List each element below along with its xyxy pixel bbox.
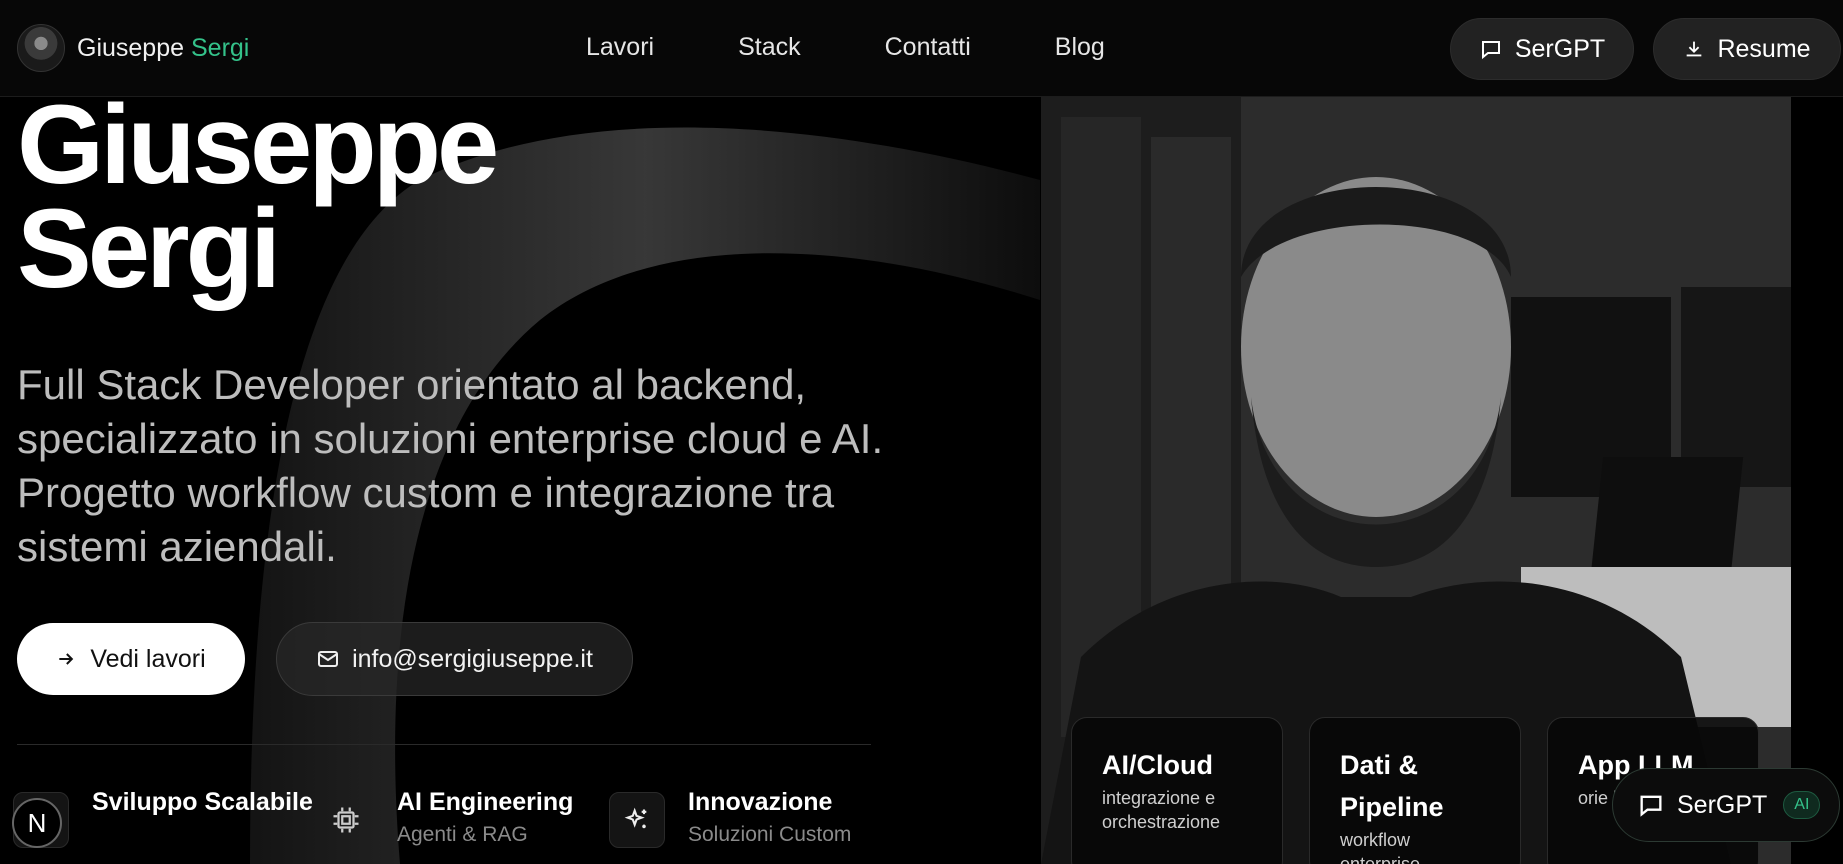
chat-icon bbox=[1640, 795, 1662, 817]
download-icon bbox=[1687, 41, 1702, 57]
feature-title: AI Engineering bbox=[397, 788, 574, 816]
email-label: info@sergigiuseppe.it bbox=[352, 644, 593, 673]
brand-avatar bbox=[17, 24, 65, 72]
top-navbar: Giuseppe Sergi Lavori Stack Contatti Blo… bbox=[0, 0, 1843, 97]
skill-card: Dati & Pipeline workflow enterprise bbox=[1309, 717, 1521, 864]
brand-first-name: Giuseppe bbox=[77, 33, 185, 62]
feature-subtitle: Agenti & RAG bbox=[397, 823, 528, 846]
divider bbox=[17, 744, 871, 745]
card-title: Dati & Pipeline bbox=[1340, 750, 1444, 822]
ai-badge: AI bbox=[1783, 791, 1821, 819]
feature-title: Sviluppo Scalabile bbox=[92, 788, 313, 816]
nav-stack[interactable]: Stack bbox=[738, 33, 801, 62]
n-badge[interactable]: N bbox=[12, 798, 62, 848]
feature-item: Innovazione Soluzioni Custom bbox=[609, 788, 852, 850]
card-title: AI/Cloud bbox=[1102, 750, 1213, 780]
view-work-button[interactable]: Vedi lavori bbox=[17, 623, 245, 695]
sergpt-chat-button[interactable]: SerGPT AI bbox=[1612, 768, 1840, 842]
arrow-right-icon bbox=[59, 653, 74, 665]
chat-icon bbox=[1481, 41, 1500, 60]
sergpt-label: SerGPT bbox=[1514, 34, 1606, 63]
brand[interactable]: Giuseppe Sergi bbox=[17, 24, 249, 72]
resume-button[interactable]: Resume bbox=[1653, 18, 1841, 80]
chip-icon bbox=[318, 792, 374, 848]
email-button[interactable]: info@sergigiuseppe.it bbox=[276, 622, 633, 696]
sparkles-icon bbox=[609, 792, 665, 848]
card-subtitle: integrazione e orchestrazione bbox=[1102, 788, 1221, 832]
skill-card: AI/Cloud integrazione e orchestrazione bbox=[1071, 717, 1283, 864]
nav-blog[interactable]: Blog bbox=[1055, 33, 1105, 62]
hero-title-line2: Sergi bbox=[17, 186, 281, 311]
brand-name: Giuseppe Sergi bbox=[77, 34, 249, 63]
hero-title-line1: Giuseppe bbox=[17, 82, 499, 207]
feature-item: AI Engineering Agenti & RAG bbox=[318, 788, 573, 850]
resume-label: Resume bbox=[1717, 34, 1811, 63]
view-work-label: Vedi lavori bbox=[90, 644, 206, 673]
hero-title: Giuseppe Sergi bbox=[17, 82, 499, 311]
brand-last-name: Sergi bbox=[190, 33, 250, 62]
nav-lavori[interactable]: Lavori bbox=[586, 33, 654, 62]
chat-fab-label: SerGPT bbox=[1677, 790, 1768, 819]
hero-subtitle: Full Stack Developer orientato al backen… bbox=[17, 361, 884, 570]
card-subtitle: workflow enterprise bbox=[1340, 830, 1421, 864]
main-nav: Lavori Stack Contatti Blog bbox=[586, 33, 1189, 62]
feature-title: Innovazione bbox=[688, 788, 833, 816]
sergpt-button[interactable]: SerGPT bbox=[1450, 18, 1634, 80]
nav-contatti[interactable]: Contatti bbox=[885, 33, 971, 62]
feature-subtitle: Soluzioni Custom bbox=[688, 823, 852, 846]
mail-icon bbox=[318, 651, 339, 667]
